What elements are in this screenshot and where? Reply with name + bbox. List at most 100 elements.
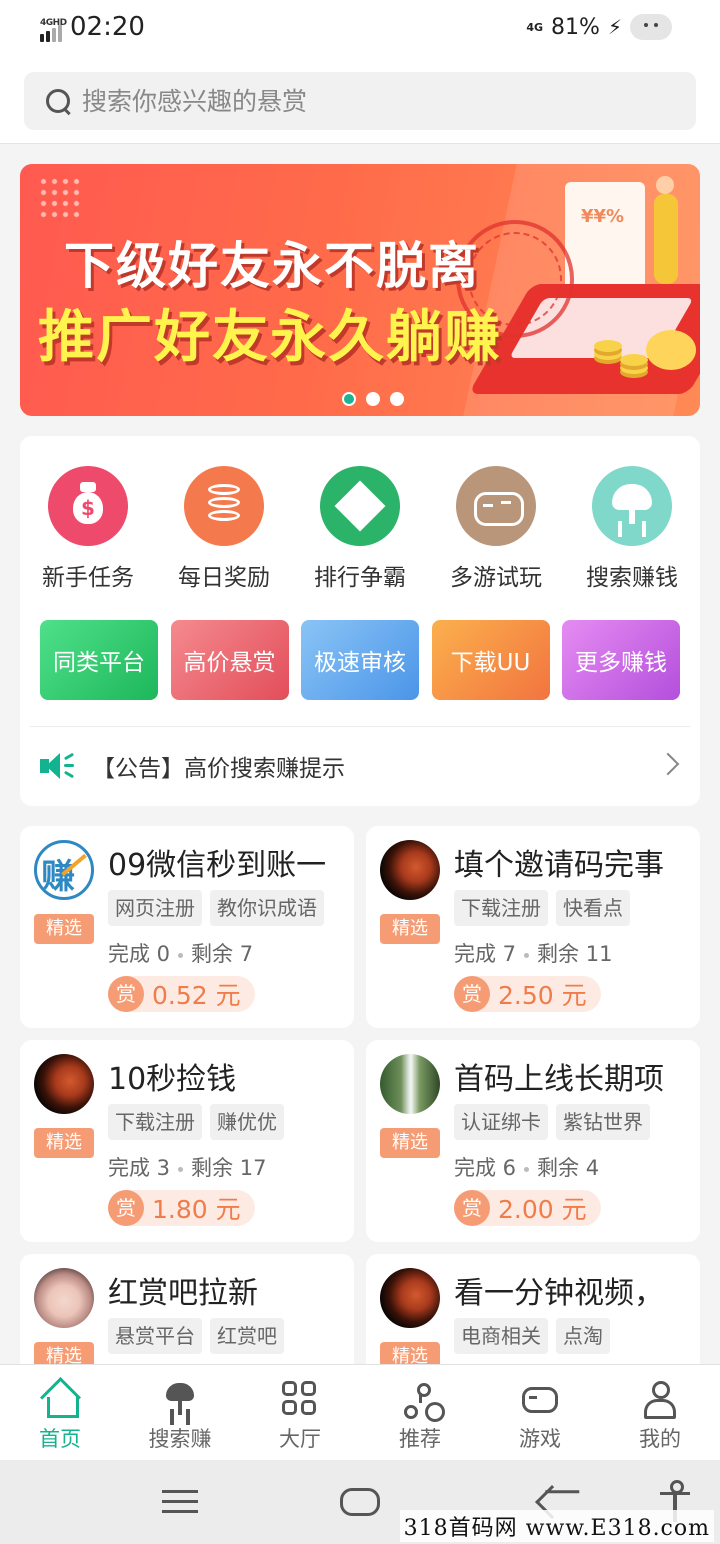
status-bar: 4GHD 02:20 4G 81% ⚡ <box>0 0 720 60</box>
reward-amount: 2.50 元 <box>498 981 587 1010</box>
menu-item-label: 每日奖励 <box>178 565 270 591</box>
task-stats: 完成 0 剩余 7 <box>108 938 253 968</box>
quick-menu-card: 新手任务 每日奖励 排行争霸 多游试玩 搜索赚钱 同类平台 高价悬赏 极速审核 … <box>20 436 700 806</box>
task-title: 红赏吧拉新 <box>108 1276 258 1311</box>
menu-item-label: 多游试玩 <box>450 565 542 591</box>
share-nodes-icon <box>400 1379 440 1419</box>
banner-dots-decoration <box>38 176 82 220</box>
chevron-right-icon <box>656 752 680 776</box>
menu-item-newbie-task[interactable]: 新手任务 <box>20 466 156 592</box>
banner-title-line1: 下级好友永不脱离 <box>64 237 480 295</box>
tab-label: 首页 <box>39 1427 81 1451</box>
tab-recommend[interactable]: 推荐 <box>360 1365 480 1460</box>
task-tag: 下载注册 <box>454 890 548 926</box>
charging-icon: ⚡ <box>607 15 622 39</box>
search-input[interactable] <box>82 86 642 116</box>
network-type: 4GHD <box>40 18 67 28</box>
featured-badge: 精选 <box>380 914 440 944</box>
task-stats: 完成 3 剩余 17 <box>108 1152 266 1182</box>
reward-amount: 0.52 元 <box>152 981 241 1010</box>
task-remaining: 剩余 7 <box>191 942 254 966</box>
tab-games[interactable]: 游戏 <box>480 1365 600 1460</box>
home-icon <box>40 1379 80 1419</box>
person-illustration <box>654 176 678 284</box>
tab-profile[interactable]: 我的 <box>600 1365 720 1460</box>
tree-icon <box>160 1379 200 1419</box>
high-reward-button[interactable]: 高价悬赏 <box>170 620 289 700</box>
featured-badge: 精选 <box>34 1128 94 1158</box>
carousel-dot[interactable] <box>366 392 380 406</box>
coin-stack-icon <box>184 466 264 546</box>
menu-item-daily-reward[interactable]: 每日奖励 <box>156 466 292 592</box>
tab-label: 游戏 <box>519 1427 561 1451</box>
gamepad-icon <box>456 466 536 546</box>
task-card[interactable]: 精选 10秒捡钱 下载注册 赚优优 完成 3 剩余 17 赏 1.80 元 <box>20 1040 354 1242</box>
carousel-indicator <box>342 392 404 406</box>
task-title: 10秒捡钱 <box>108 1062 237 1097</box>
more-earn-button[interactable]: 更多赚钱 <box>562 620 680 700</box>
reward-pill: 赏 2.50 元 <box>454 976 601 1012</box>
watermark: 318首码网 www.E318.com <box>399 1510 714 1542</box>
coins-illustration <box>594 340 622 352</box>
tab-search-earn[interactable]: 搜索赚 <box>120 1365 240 1460</box>
fast-review-button[interactable]: 极速审核 <box>301 620 419 700</box>
announcement-bar[interactable]: 【公告】高价搜索赚提示 <box>40 744 680 788</box>
announcement-text: 【公告】高价搜索赚提示 <box>92 756 345 782</box>
featured-badge: 精选 <box>34 914 94 944</box>
diamond-icon <box>320 466 400 546</box>
coins-illustration <box>620 354 648 366</box>
task-tag: 电商相关 <box>454 1318 548 1354</box>
tab-label: 搜索赚 <box>148 1427 212 1451</box>
menu-item-game-trial[interactable]: 多游试玩 <box>428 466 564 592</box>
promo-banner[interactable]: ¥¥% 下级好友永不脱离 推广好友永久躺赚 <box>20 164 700 416</box>
task-card[interactable]: 精选 首码上线长期项 认证绑卡 紫钻世界 完成 6 剩余 4 赏 2.00 元 <box>366 1040 700 1242</box>
home-button-icon[interactable] <box>340 1488 380 1516</box>
task-remaining: 剩余 17 <box>191 1156 267 1180</box>
task-title: 填个邀请码完事 <box>454 848 664 883</box>
cell-signal-icon: 4GHD <box>40 18 67 42</box>
task-card[interactable]: 精选 填个邀请码完事 下载注册 快看点 完成 7 剩余 11 赏 2.50 元 <box>366 826 700 1028</box>
user-icon <box>640 1379 680 1419</box>
download-uu-button[interactable]: 下载UU <box>431 620 550 700</box>
avatar-text: 赚 <box>41 857 75 897</box>
piggy-bank-illustration <box>646 330 696 370</box>
search-bar[interactable] <box>24 72 696 130</box>
task-avatar: 赚 <box>34 840 94 900</box>
task-tags: 认证绑卡 紫钻世界 <box>454 1104 650 1140</box>
gamepad-icon <box>520 1379 560 1419</box>
carousel-dot-active[interactable] <box>342 392 356 406</box>
featured-badge: 精选 <box>380 1128 440 1158</box>
task-tag: 下载注册 <box>108 1104 202 1140</box>
task-completed: 完成 3 <box>108 1156 171 1180</box>
similar-platforms-button[interactable]: 同类平台 <box>40 620 158 700</box>
menu-item-search-earn[interactable]: 搜索赚钱 <box>564 466 700 592</box>
menu-icon[interactable] <box>162 1490 198 1514</box>
task-tags: 下载注册 赚优优 <box>108 1104 284 1140</box>
menu-item-label: 排行争霸 <box>314 565 406 591</box>
battery-level: 81% <box>551 14 600 40</box>
task-tag: 网页注册 <box>108 890 202 926</box>
reward-pill: 赏 1.80 元 <box>108 1190 255 1226</box>
task-tag: 红赏吧 <box>210 1318 284 1354</box>
tab-hall[interactable]: 大厅 <box>240 1365 360 1460</box>
reward-pill: 赏 2.00 元 <box>454 1190 601 1226</box>
task-card[interactable]: 赚 精选 09微信秒到账一 网页注册 教你识成语 完成 0 剩余 7 赏 0.52… <box>20 826 354 1028</box>
menu-item-ranking[interactable]: 排行争霸 <box>292 466 428 592</box>
carousel-dot[interactable] <box>390 392 404 406</box>
quick-menu-row: 新手任务 每日奖励 排行争霸 多游试玩 搜索赚钱 <box>20 466 700 592</box>
tab-home[interactable]: 首页 <box>0 1365 120 1460</box>
task-title: 首码上线长期项 <box>454 1062 664 1097</box>
system-nav-bar: 318首码网 www.E318.com <box>0 1460 720 1544</box>
reward-icon: 赏 <box>454 1190 490 1226</box>
task-stats: 完成 7 剩余 11 <box>454 938 612 968</box>
network-type-right: 4G <box>526 20 544 34</box>
task-tag: 认证绑卡 <box>454 1104 548 1140</box>
assistant-face-icon <box>630 14 672 40</box>
task-avatar <box>380 840 440 900</box>
task-tag: 悬赏平台 <box>108 1318 202 1354</box>
feature-button-row: 同类平台 高价悬赏 极速审核 下载UU 更多赚钱 <box>40 620 680 700</box>
menu-item-label: 搜索赚钱 <box>586 565 678 591</box>
task-avatar <box>380 1268 440 1328</box>
reward-icon: 赏 <box>108 976 144 1012</box>
tab-label: 我的 <box>639 1427 681 1451</box>
